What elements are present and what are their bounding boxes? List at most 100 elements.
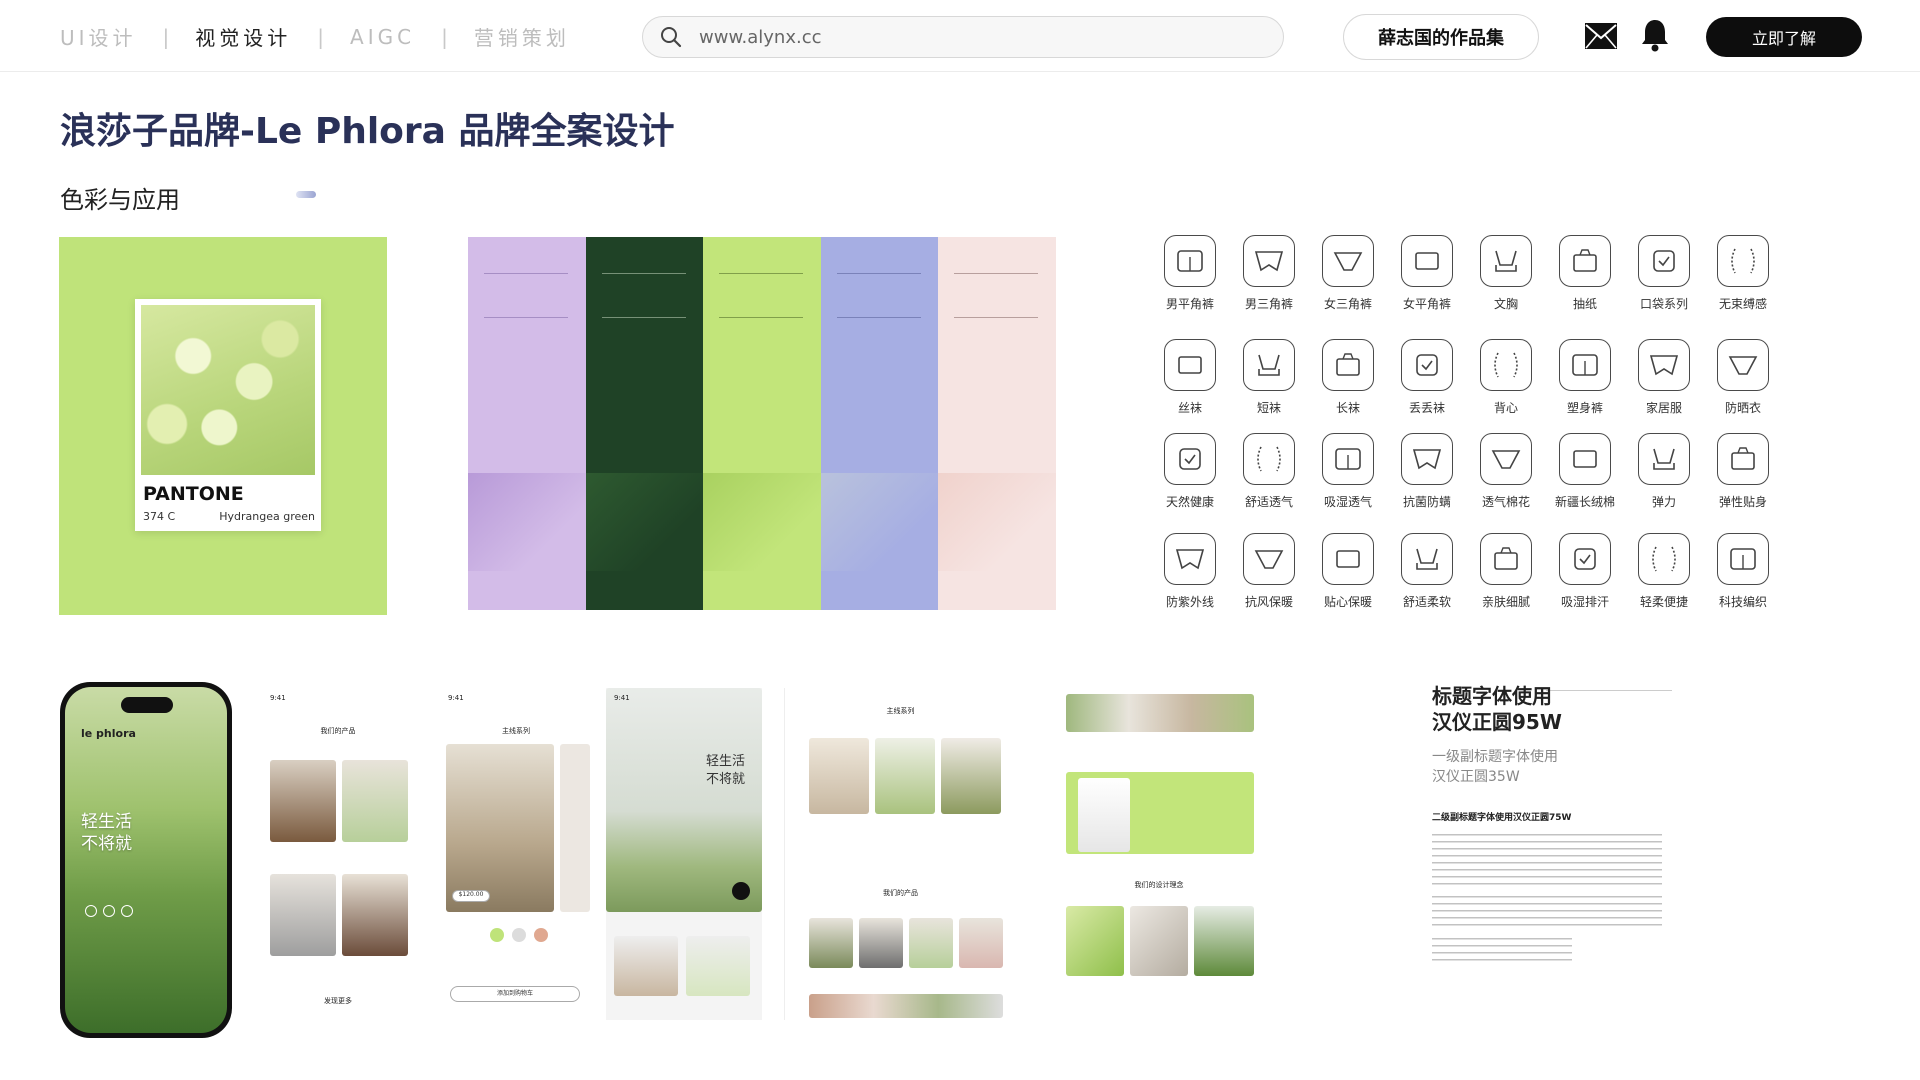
product-thumb[interactable]	[270, 874, 336, 956]
feature-icon-item: 透气棉花	[1466, 433, 1546, 510]
nav-separator: |	[317, 24, 325, 49]
nav-item-visual-design[interactable]: 视觉设计	[195, 22, 291, 51]
search-input[interactable]	[699, 26, 1199, 48]
spec-body-text	[1432, 896, 1662, 926]
feature-icon	[1717, 433, 1769, 485]
feature-icon	[1480, 235, 1532, 287]
palette-rule	[954, 317, 1039, 318]
hero-slogan: 不将就	[706, 772, 746, 787]
feature-icon-label: 透气棉花	[1481, 495, 1530, 509]
facebook-icon[interactable]	[85, 905, 97, 917]
search-bar[interactable]	[642, 16, 1284, 58]
feature-icon	[1638, 433, 1690, 485]
app-screen-detail: 9:41 主线系列 $120.00 添加到购物车	[440, 688, 592, 1020]
feature-icon-label: 抗风保暖	[1244, 595, 1293, 609]
color-option-green[interactable]	[490, 928, 504, 942]
nav-item-ui-design[interactable]: UI设计	[60, 22, 137, 51]
spec-divider	[1546, 690, 1672, 691]
feature-icon-label: 舒适柔软	[1402, 595, 1451, 609]
add-to-cart-button[interactable]: 添加到购物车	[450, 986, 580, 1002]
feature-icon-item: 天然健康	[1150, 433, 1230, 510]
feature-icon	[1480, 533, 1532, 585]
learn-more-button[interactable]: 立即了解	[1706, 17, 1862, 57]
phone-brand-logo: le phlora	[81, 727, 136, 740]
product-thumb[interactable]	[941, 738, 1001, 814]
nav-item-aigc[interactable]: AIGC	[350, 25, 415, 49]
feature-icon-label: 塑身裤	[1566, 401, 1603, 415]
phone-social-icons	[85, 905, 133, 917]
palette-texture-image	[703, 473, 821, 571]
palette-footer	[585, 571, 704, 610]
nav-item-marketing[interactable]: 营销策划	[474, 22, 570, 51]
pantone-panel: PANTONE 374 C Hydrangea green	[59, 237, 387, 615]
product-thumb[interactable]	[959, 918, 1003, 968]
product-thumb[interactable]	[342, 874, 408, 956]
feature-icon-item: 防晒衣	[1703, 339, 1783, 416]
feature-icon-item: 新疆长绒棉	[1545, 433, 1625, 510]
feature-icon-label: 丢丢袜	[1408, 401, 1445, 415]
palette-footer	[468, 571, 586, 610]
nav-separator: |	[441, 24, 448, 49]
product-thumb[interactable]	[909, 918, 953, 968]
feature-icon-item: 口袋系列	[1624, 235, 1704, 312]
color-option-grey[interactable]	[512, 928, 526, 942]
feature-icon	[1164, 433, 1216, 485]
feature-icon-item: 抽纸	[1545, 235, 1625, 312]
feature-icon	[1638, 339, 1690, 391]
portfolio-button[interactable]: 薛志国的作品集	[1343, 14, 1539, 60]
feature-icon-item: 男平角裤	[1150, 235, 1230, 312]
twitter-icon[interactable]	[103, 905, 115, 917]
pantone-color-name: Hydrangea green	[219, 510, 315, 523]
top-nav: UI设计 | 视觉设计 | AIGC | 营销策划	[60, 22, 570, 51]
mail-icon[interactable]	[1584, 22, 1618, 50]
product-thumb[interactable]	[686, 936, 750, 996]
feature-icon-label: 丝袜	[1177, 401, 1202, 415]
phone-notch	[121, 697, 173, 713]
feature-icon-item: 亲肤细腻	[1466, 533, 1546, 610]
web-page-concept: 我们的设计理念	[1048, 688, 1270, 1020]
feature-icon-label: 无束缚感	[1718, 297, 1767, 311]
product-thumb[interactable]	[270, 760, 336, 842]
discover-more-link[interactable]: 发现更多	[262, 996, 414, 1006]
status-time: 9:41	[270, 694, 286, 702]
feature-icon-label: 短袜	[1256, 401, 1281, 415]
feature-icon-label: 抗菌防螨	[1402, 495, 1451, 509]
feature-icon-item: 家居服	[1624, 339, 1704, 416]
section-indicator	[296, 191, 316, 198]
bell-icon[interactable]	[1640, 18, 1670, 52]
app-screen-products: 9:41 我们的产品 发现更多	[262, 688, 414, 1020]
add-icon[interactable]	[732, 882, 750, 900]
feature-icon-label: 天然健康	[1165, 495, 1214, 509]
feature-icon	[1243, 533, 1295, 585]
palette-rule	[719, 273, 804, 274]
palette-texture-image	[820, 473, 939, 571]
palette-rule	[836, 317, 921, 318]
feature-icon-item: 防紫外线	[1150, 533, 1230, 610]
color-option-peach[interactable]	[534, 928, 548, 942]
product-thumb[interactable]	[875, 738, 935, 814]
concept-image	[1066, 906, 1124, 976]
product-thumb[interactable]	[342, 760, 408, 842]
product-thumb[interactable]	[809, 738, 869, 814]
feature-icon-label: 文胸	[1493, 297, 1518, 311]
spec-heading: 二级副标题字体使用汉仪正圆75W	[1432, 813, 1572, 823]
feature-icon-label: 女平角裤	[1402, 297, 1451, 311]
product-thumb[interactable]	[614, 936, 678, 996]
search-icon	[661, 27, 682, 48]
palette-rule	[484, 273, 568, 274]
feature-icon-item: 科技编织	[1703, 533, 1783, 610]
feature-icon	[1243, 235, 1295, 287]
hero-slogan: 轻生活	[706, 754, 746, 769]
app-screen-hero: 9:41 轻生活 不将就	[606, 688, 762, 1020]
palette-texture-image	[938, 473, 1056, 571]
product-thumb[interactable]	[859, 918, 903, 968]
pinterest-icon[interactable]	[121, 905, 133, 917]
feature-icon-item: 塑身裤	[1545, 339, 1625, 416]
product-side-image	[560, 744, 590, 912]
feature-icon	[1717, 235, 1769, 287]
product-thumb[interactable]	[809, 918, 853, 968]
palette-column	[938, 237, 1056, 610]
feature-icon-item: 弹性贴身	[1703, 433, 1783, 510]
feature-icon-label: 弹性贴身	[1718, 495, 1767, 509]
feature-icon	[1243, 433, 1295, 485]
